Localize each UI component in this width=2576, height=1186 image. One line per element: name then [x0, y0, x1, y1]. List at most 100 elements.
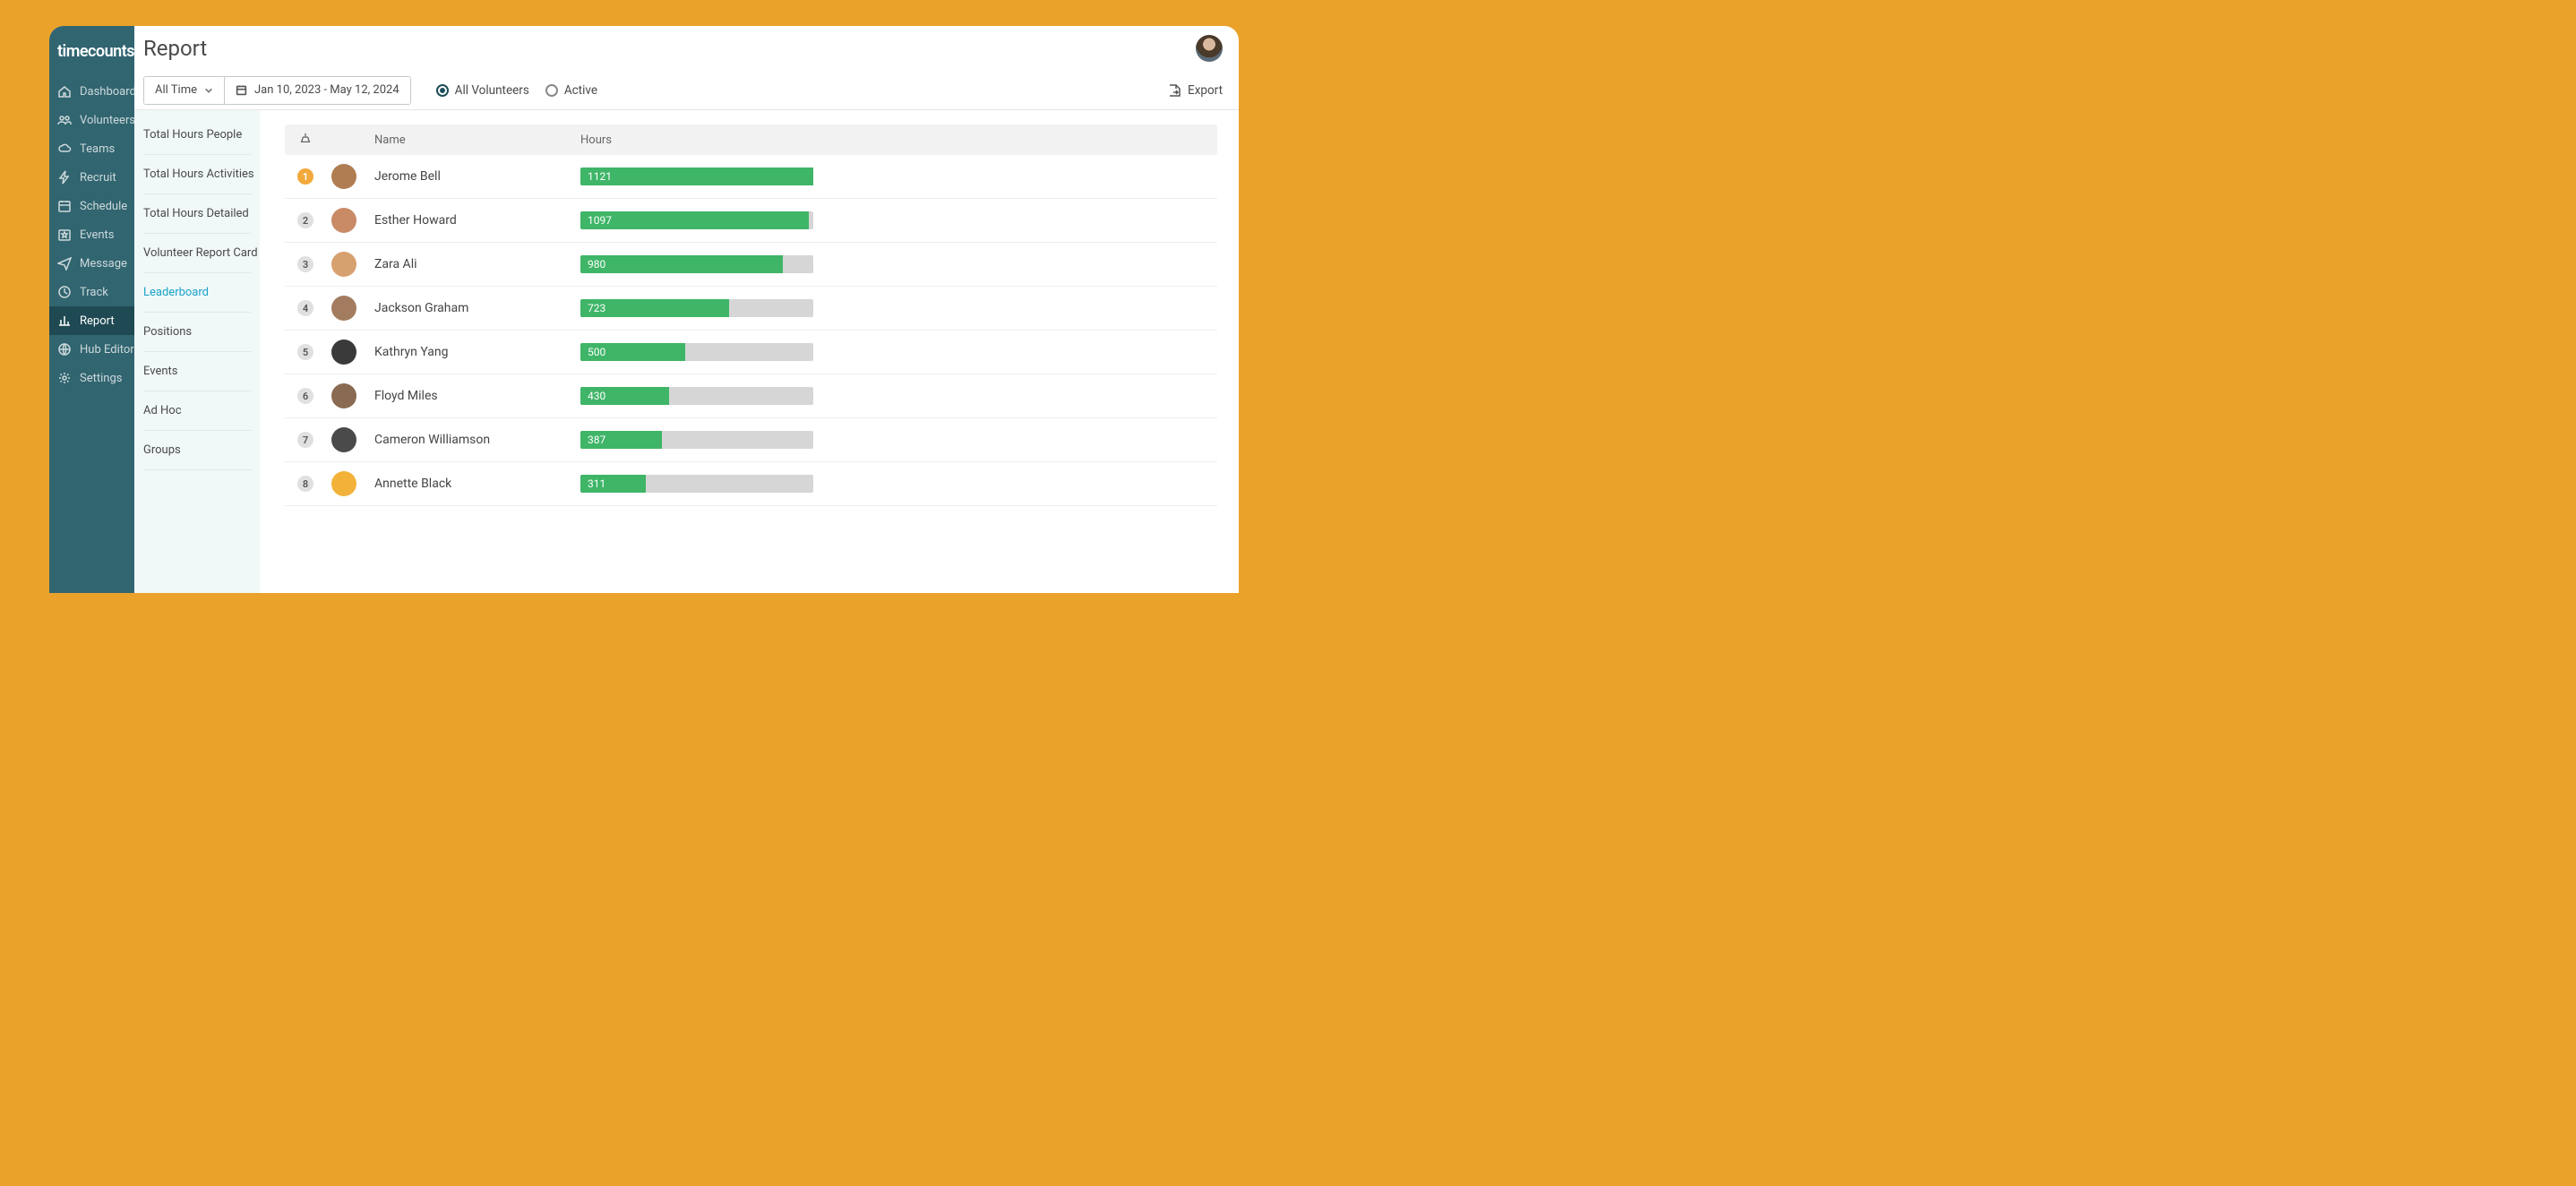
sidebar-item-label: Volunteers: [80, 114, 134, 127]
app-window: timecounts Dashboard Volunteers Teams Recru…: [49, 26, 1239, 593]
col-hours: Hours: [580, 133, 1208, 147]
calendar-icon: [236, 84, 247, 96]
report-type-leaderboard[interactable]: Leaderboard: [143, 273, 251, 313]
avatar: [331, 208, 356, 233]
leaderboard-header: Name Hours: [285, 125, 1217, 155]
table-row[interactable]: 6 Floyd Miles430: [285, 374, 1217, 418]
app-logo: timecounts: [49, 33, 134, 77]
rank-badge: 3: [297, 256, 313, 272]
table-row[interactable]: 3Zara Ali980: [285, 243, 1217, 287]
content: Total Hours PeopleTotal Hours Activities…: [134, 110, 1239, 593]
clock-icon: [57, 285, 72, 299]
export-button[interactable]: Export: [1167, 83, 1223, 98]
table-row[interactable]: 5Kathryn Yang500: [285, 331, 1217, 374]
sidebar-item-settings[interactable]: Settings: [49, 364, 134, 392]
hours-value: 1121: [580, 168, 813, 185]
rank-badge: 7: [297, 432, 313, 448]
hours-bar: 430: [580, 387, 813, 405]
sidebar-item-label: Message: [80, 257, 127, 271]
topbar: Report: [134, 26, 1239, 71]
sidebar-item-message[interactable]: Message: [49, 249, 134, 278]
sidebar-item-label: Schedule: [80, 200, 127, 213]
hours-value: 980: [580, 255, 783, 273]
report-type-groups[interactable]: Groups: [143, 431, 251, 470]
table-row[interactable]: 1Jerome Bell1121: [285, 155, 1217, 199]
hours-value: 430: [580, 387, 669, 405]
gear-icon: [57, 371, 72, 385]
avatar: [331, 383, 356, 408]
hours-bar: 1097: [580, 211, 813, 229]
sidebar-item-label: Track: [80, 286, 108, 299]
hours-bar: 500: [580, 343, 813, 361]
avatar: [331, 296, 356, 321]
report-type-total-hours-people[interactable]: Total Hours People: [143, 116, 251, 155]
page-title: Report: [143, 36, 207, 61]
sidebar-item-volunteers[interactable]: Volunteers: [49, 106, 134, 134]
sidebar-item-track[interactable]: Track: [49, 278, 134, 306]
home-icon: [57, 84, 72, 99]
volunteer-name: Floyd Miles: [374, 389, 580, 403]
avatar: [331, 339, 356, 365]
radio-dot-icon: [436, 84, 449, 97]
sidebar-item-schedule[interactable]: Schedule: [49, 192, 134, 220]
hours-bar: 980: [580, 255, 813, 273]
hours-value: 311: [580, 475, 646, 493]
rank-badge: 5: [297, 344, 313, 360]
export-icon: [1167, 83, 1181, 98]
date-range-label: Jan 10, 2023 - May 12, 2024: [254, 83, 399, 97]
rank-icon: [299, 132, 312, 144]
avatar: [331, 471, 356, 496]
star-icon: [57, 228, 72, 242]
report-type-events[interactable]: Events: [143, 352, 251, 391]
radio-all-label: All Volunteers: [455, 83, 529, 98]
report-type-ad-hoc[interactable]: Ad Hoc: [143, 391, 251, 431]
table-row[interactable]: 7 Cameron Williamson387: [285, 418, 1217, 462]
sidebar-item-dashboard[interactable]: Dashboard: [49, 77, 134, 106]
avatar: [331, 164, 356, 189]
filter-bar: All Time Jan 10, 2023 - May 12, 2024 All…: [134, 71, 1239, 110]
sidebar-item-events[interactable]: Events: [49, 220, 134, 249]
rank-badge: 4: [297, 300, 313, 316]
user-avatar[interactable]: [1196, 35, 1223, 62]
rank-badge: 8: [297, 476, 313, 492]
chevron-down-icon: [204, 86, 213, 95]
sidebar-item-label: Hub Editor: [80, 343, 134, 357]
hours-bar: 311: [580, 475, 813, 493]
sidebar: timecounts Dashboard Volunteers Teams Recru…: [49, 26, 134, 593]
sidebar-item-hub-editor[interactable]: Hub Editor: [49, 335, 134, 364]
radio-active[interactable]: Active: [545, 83, 597, 98]
rank-badge: 6: [297, 388, 313, 404]
report-type-positions[interactable]: Positions: [143, 313, 251, 352]
hours-value: 723: [580, 299, 729, 317]
chart-icon: [57, 314, 72, 328]
sidebar-item-report[interactable]: Report: [49, 306, 134, 335]
date-range-picker[interactable]: Jan 10, 2023 - May 12, 2024: [224, 77, 410, 104]
table-row[interactable]: 4Jackson Graham723: [285, 287, 1217, 331]
bolt-icon: [57, 170, 72, 185]
hours-bar: 1121: [580, 168, 813, 185]
sidebar-item-teams[interactable]: Teams: [49, 134, 134, 163]
sidebar-item-label: Teams: [80, 142, 115, 156]
report-type-total-hours-activities[interactable]: Total Hours Activities: [143, 155, 251, 194]
report-type-volunteer-report-card[interactable]: Volunteer Report Card: [143, 234, 251, 273]
range-dropdown[interactable]: All Time: [144, 77, 224, 104]
cloud-icon: [57, 142, 72, 156]
rank-badge: 2: [297, 212, 313, 228]
volunteer-name: Jerome Bell: [374, 169, 580, 184]
globe-icon: [57, 342, 72, 357]
hours-bar: 387: [580, 431, 813, 449]
sidebar-item-label: Recruit: [80, 171, 116, 185]
volunteer-name: Cameron Williamson: [374, 433, 580, 447]
users-icon: [57, 113, 72, 127]
radio-all-volunteers[interactable]: All Volunteers: [436, 83, 529, 98]
range-label: All Time: [155, 83, 197, 97]
report-type-total-hours-detailed[interactable]: Total Hours Detailed: [143, 194, 251, 234]
hours-bar: 723: [580, 299, 813, 317]
table-row[interactable]: 8Annette Black311: [285, 462, 1217, 506]
avatar: [331, 427, 356, 452]
table-row[interactable]: 2Esther Howard1097: [285, 199, 1217, 243]
sidebar-item-recruit[interactable]: Recruit: [49, 163, 134, 192]
calendar-icon: [57, 199, 72, 213]
sidebar-item-label: Dashboard: [80, 85, 134, 99]
main: Report All Time Jan 10, 2023 - May 12, 2…: [134, 26, 1239, 593]
